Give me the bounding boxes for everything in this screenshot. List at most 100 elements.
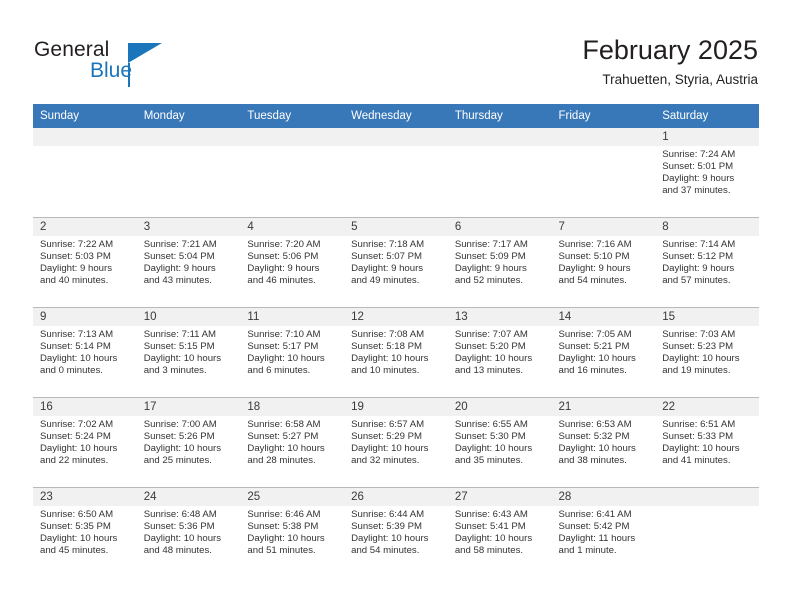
day-info-daylight-1-line: Daylight: 9 hours	[454, 263, 527, 275]
day-info-daylight-1-line: Daylight: 10 hours	[40, 443, 118, 455]
calendar-day-cell[interactable]: 21 Sunrise: 6:53 AM Sunset: 5:32 PM Dayligh…	[551, 397, 656, 488]
day-cell-inner: 20 Sunrise: 6:55 AM Sunset: 5:30 PM Dayligh…	[447, 398, 552, 487]
day-info-daylight-1-line: Daylight: 10 hours	[454, 443, 533, 455]
calendar-day-cell[interactable]: 27 Sunrise: 6:43 AM Sunset: 5:41 PM Dayligh…	[447, 487, 552, 577]
calendar-day-cell[interactable]: 19 Sunrise: 6:57 AM Sunset: 5:29 PM Dayligh…	[344, 397, 448, 488]
day-sun-info: Sunrise: 7:07 AM Sunset: 5:20 PM Daylight:…	[448, 326, 552, 377]
day-cell-inner: 4 Sunrise: 7:20 AM Sunset: 5:06 PM Daylight…	[240, 218, 345, 307]
day-number	[655, 488, 759, 506]
day-info-daylight-2-line: and 57 minutes.	[662, 275, 731, 287]
day-info-sunrise-line: Sunrise: 7:05 AM	[558, 329, 632, 340]
day-number: 4	[240, 218, 345, 236]
day-info-sunrise-line: Sunrise: 7:13 AM	[40, 329, 114, 340]
weekday-header-row: Sunday Monday Tuesday Wednesday Thursday…	[33, 104, 759, 128]
day-info-daylight-1-line: Daylight: 9 hours	[662, 263, 735, 275]
day-cell-inner: 16 Sunrise: 7:02 AM Sunset: 5:24 PM Dayligh…	[33, 398, 137, 487]
calendar-day-cell[interactable]: 2 Sunrise: 7:22 AM Sunset: 5:03 PM Daylight…	[33, 217, 137, 308]
day-sun-info: Sunrise: 7:22 AM Sunset: 5:03 PM Daylight:…	[33, 236, 137, 287]
calendar-day-cell[interactable]: 11 Sunrise: 7:10 AM Sunset: 5:17 PM Dayligh…	[240, 307, 345, 398]
day-cell-inner: 5 Sunrise: 7:18 AM Sunset: 5:07 PM Daylight…	[344, 218, 448, 307]
calendar-day-cell[interactable]: 3 Sunrise: 7:21 AM Sunset: 5:04 PM Daylight…	[136, 217, 241, 308]
calendar-day-cell[interactable]: 22 Sunrise: 6:51 AM Sunset: 5:33 PM Dayligh…	[655, 397, 759, 488]
day-info-sunset-line: Sunset: 5:27 PM	[247, 431, 319, 443]
calendar-day-cell[interactable]: 7 Sunrise: 7:16 AM Sunset: 5:10 PM Daylight…	[551, 217, 656, 308]
calendar-day-cell[interactable]: 28 Sunrise: 6:41 AM Sunset: 5:42 PM Dayligh…	[551, 487, 656, 577]
calendar-day-cell[interactable]: 6 Sunrise: 7:17 AM Sunset: 5:09 PM Daylight…	[447, 217, 552, 308]
day-info-sunrise-line: Sunrise: 7:22 AM	[40, 239, 114, 250]
calendar-week-row: 2 Sunrise: 7:22 AM Sunset: 5:03 PM Daylight…	[33, 217, 759, 308]
calendar-day-cell[interactable]: 17 Sunrise: 7:00 AM Sunset: 5:26 PM Dayligh…	[136, 397, 241, 488]
day-info-daylight-1-line: Daylight: 9 hours	[247, 263, 320, 275]
title-block: February 2025 Trahuetten, Styria, Austri…	[582, 34, 758, 88]
day-sun-info: Sunrise: 6:48 AM Sunset: 5:36 PM Daylight:…	[137, 506, 241, 557]
day-info-sunrise-line: Sunrise: 7:17 AM	[454, 239, 528, 250]
day-sun-info: Sunrise: 7:02 AM Sunset: 5:24 PM Daylight:…	[33, 416, 137, 467]
day-number: 15	[655, 308, 759, 326]
day-info-daylight-2-line: and 54 minutes.	[351, 545, 420, 557]
day-sun-info: Sunrise: 7:03 AM Sunset: 5:23 PM Daylight:…	[655, 326, 759, 377]
day-info-sunset-line: Sunset: 5:10 PM	[558, 251, 630, 263]
calendar-day-cell[interactable]: 4 Sunrise: 7:20 AM Sunset: 5:06 PM Daylight…	[240, 217, 345, 308]
day-info-daylight-1-line: Daylight: 10 hours	[454, 353, 533, 365]
calendar-cell-empty	[344, 128, 448, 218]
calendar-cell-empty	[240, 128, 345, 218]
calendar-day-cell[interactable]: 10 Sunrise: 7:11 AM Sunset: 5:15 PM Dayligh…	[136, 307, 241, 398]
day-info-sunrise-line: Sunrise: 6:46 AM	[247, 509, 321, 520]
calendar-day-cell[interactable]: 23 Sunrise: 6:50 AM Sunset: 5:35 PM Dayligh…	[33, 487, 137, 577]
day-info-sunset-line: Sunset: 5:32 PM	[558, 431, 630, 443]
day-info-sunrise-line: Sunrise: 6:41 AM	[558, 509, 632, 520]
day-info-sunset-line: Sunset: 5:23 PM	[662, 341, 734, 353]
day-number: 3	[136, 218, 241, 236]
day-number: 5	[344, 218, 448, 236]
day-info-daylight-2-line: and 28 minutes.	[247, 455, 316, 467]
day-cell-inner: 8 Sunrise: 7:14 AM Sunset: 5:12 PM Daylight…	[655, 218, 759, 307]
weekday-header-saturday: Saturday	[655, 104, 759, 128]
weekday-header-tuesday: Tuesday	[240, 104, 345, 128]
calendar-day-cell[interactable]: 18 Sunrise: 6:58 AM Sunset: 5:27 PM Dayligh…	[240, 397, 345, 488]
day-info-daylight-1-line: Daylight: 10 hours	[247, 443, 325, 455]
day-info-daylight-2-line: and 37 minutes.	[662, 185, 731, 197]
day-number: 18	[240, 398, 345, 416]
day-number: 11	[240, 308, 345, 326]
day-info-sunset-line: Sunset: 5:41 PM	[454, 521, 526, 533]
day-info-sunset-line: Sunset: 5:18 PM	[351, 341, 423, 353]
weekday-header-monday: Monday	[136, 104, 241, 128]
day-sun-info: Sunrise: 7:05 AM Sunset: 5:21 PM Daylight:…	[552, 326, 656, 377]
day-number: 25	[240, 488, 345, 506]
day-info-daylight-2-line: and 41 minutes.	[662, 455, 731, 467]
day-sun-info: Sunrise: 6:46 AM Sunset: 5:38 PM Daylight:…	[240, 506, 344, 557]
calendar-day-cell[interactable]: 16 Sunrise: 7:02 AM Sunset: 5:24 PM Dayligh…	[33, 397, 137, 488]
day-info-sunset-line: Sunset: 5:20 PM	[454, 341, 526, 353]
day-sun-info: Sunrise: 7:18 AM Sunset: 5:07 PM Daylight:…	[344, 236, 448, 287]
calendar-day-cell[interactable]: 13 Sunrise: 7:07 AM Sunset: 5:20 PM Dayligh…	[447, 307, 552, 398]
day-info-daylight-2-line: and 45 minutes.	[40, 545, 109, 557]
day-cell-inner: 27 Sunrise: 6:43 AM Sunset: 5:41 PM Dayligh…	[447, 488, 552, 577]
calendar-day-cell[interactable]: 14 Sunrise: 7:05 AM Sunset: 5:21 PM Dayligh…	[551, 307, 656, 398]
calendar-head: Sunday Monday Tuesday Wednesday Thursday…	[33, 104, 759, 128]
day-number	[344, 128, 448, 146]
calendar-day-cell[interactable]: 12 Sunrise: 7:08 AM Sunset: 5:18 PM Dayligh…	[344, 307, 448, 398]
day-info-daylight-1-line: Daylight: 10 hours	[351, 533, 429, 545]
calendar-day-cell[interactable]: 9 Sunrise: 7:13 AM Sunset: 5:14 PM Daylight…	[33, 307, 137, 398]
day-sun-info: Sunrise: 7:16 AM Sunset: 5:10 PM Daylight:…	[552, 236, 656, 287]
calendar-day-cell[interactable]: 5 Sunrise: 7:18 AM Sunset: 5:07 PM Daylight…	[344, 217, 448, 308]
day-info-sunrise-line: Sunrise: 6:48 AM	[143, 509, 217, 520]
calendar-day-cell[interactable]: 25 Sunrise: 6:46 AM Sunset: 5:38 PM Dayligh…	[240, 487, 345, 577]
calendar-week-row: 1 Sunrise: 7:24 AM Sunset: 5:01 PM Daylight…	[33, 128, 759, 218]
calendar-cell-empty	[447, 128, 552, 218]
calendar-day-cell[interactable]: 8 Sunrise: 7:14 AM Sunset: 5:12 PM Daylight…	[655, 217, 759, 308]
day-info-daylight-1-line: Daylight: 10 hours	[247, 533, 325, 545]
logo-text-blue: Blue	[90, 59, 133, 82]
day-cell-inner: 15 Sunrise: 7:03 AM Sunset: 5:23 PM Dayligh…	[655, 308, 759, 397]
day-info-sunrise-line: Sunrise: 7:10 AM	[247, 329, 321, 340]
day-info-sunrise-line: Sunrise: 7:11 AM	[143, 329, 217, 340]
day-sun-info: Sunrise: 7:14 AM Sunset: 5:12 PM Daylight:…	[655, 236, 759, 287]
calendar-day-cell[interactable]: 1 Sunrise: 7:24 AM Sunset: 5:01 PM Daylight…	[655, 128, 759, 218]
calendar-day-cell[interactable]: 26 Sunrise: 6:44 AM Sunset: 5:39 PM Dayligh…	[344, 487, 448, 577]
calendar-day-cell[interactable]: 20 Sunrise: 6:55 AM Sunset: 5:30 PM Dayligh…	[447, 397, 552, 488]
calendar-day-cell[interactable]: 15 Sunrise: 7:03 AM Sunset: 5:23 PM Dayligh…	[655, 307, 759, 398]
day-info-daylight-2-line: and 3 minutes.	[143, 365, 207, 377]
calendar-day-cell[interactable]: 24 Sunrise: 6:48 AM Sunset: 5:36 PM Dayligh…	[136, 487, 241, 577]
day-info-sunset-line: Sunset: 5:36 PM	[143, 521, 215, 533]
day-info-daylight-1-line: Daylight: 10 hours	[662, 443, 740, 455]
